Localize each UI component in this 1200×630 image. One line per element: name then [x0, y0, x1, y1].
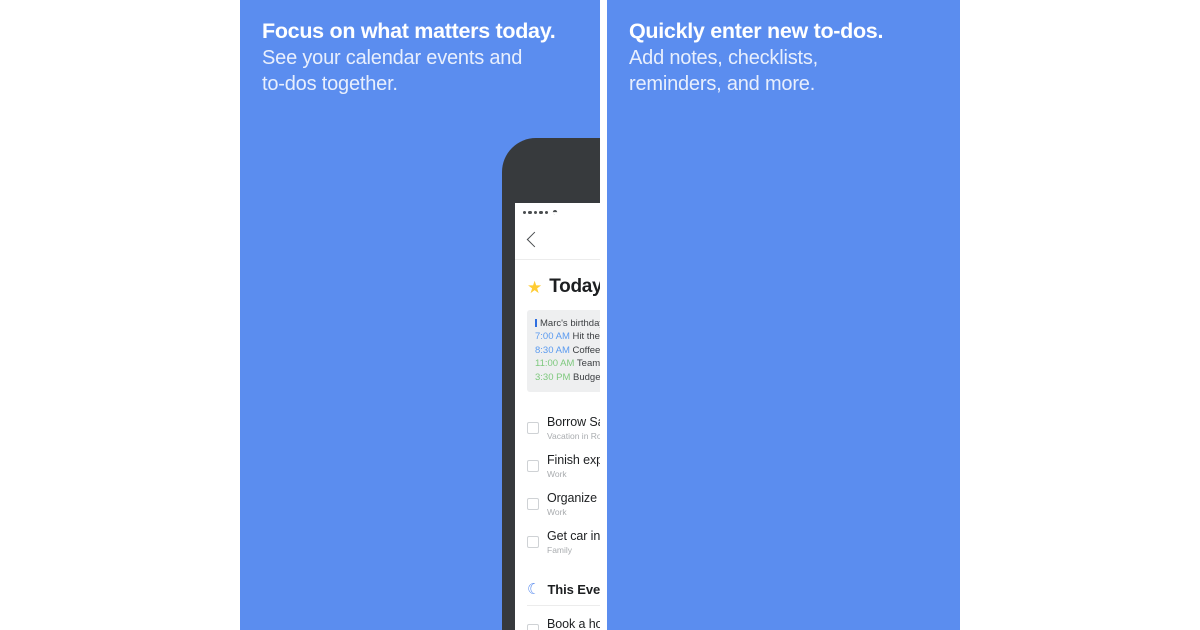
- promo-text-left: Focus on what matters today. See your ca…: [262, 18, 590, 97]
- promo-subline-2: reminders, and more.: [629, 72, 816, 95]
- evening-todo-list: Book a hotel room Vacation in Rome: [527, 610, 600, 630]
- event-time: 8:30 AM: [535, 344, 570, 356]
- back-icon[interactable]: [527, 231, 538, 250]
- section-header-evening: ☾ This Evening: [527, 582, 600, 597]
- todo-item[interactable]: Finish expense report Work today: [527, 446, 600, 484]
- promo-panel-right: Quickly enter new to-dos. Add notes, che…: [607, 0, 960, 630]
- promo-panel-left: Focus on what matters today. See your ca…: [240, 0, 600, 630]
- section-title-evening: This Evening: [547, 582, 600, 598]
- status-bar-left: ◓ 9:41 AM 100%: [515, 203, 600, 222]
- promo-headline: Focus on what matters today.: [262, 19, 556, 43]
- promo-subline-1: Add notes, checklists,: [629, 47, 819, 69]
- calendar-event[interactable]: 8:30 AM Coffee with Sarah: [535, 344, 600, 357]
- divider: [527, 605, 600, 607]
- todo-item[interactable]: Book a hotel room Vacation in Rome: [527, 610, 600, 630]
- checkbox-icon[interactable]: [527, 422, 539, 435]
- checkbox-icon[interactable]: [527, 536, 539, 549]
- section-header-today: ★ Today: [527, 276, 600, 298]
- star-icon: ★: [527, 277, 543, 297]
- todo-title: Organize catering: [547, 491, 600, 506]
- todo-list-name: Vacation in Rome: [547, 431, 600, 442]
- todo-title: Borrow Sarah's travel guide: [547, 415, 600, 430]
- todo-title: Book a hotel room: [547, 617, 600, 630]
- event-label: Budget review: [573, 371, 600, 383]
- checkbox-icon[interactable]: [527, 624, 539, 630]
- event-label: Team meeting: [576, 358, 600, 370]
- phone-mockup-left: ◓ 9:41 AM 100% ★ Today: [502, 138, 600, 630]
- promo-screenshot: Focus on what matters today. See your ca…: [0, 0, 1200, 630]
- todo-list-name: Work: [547, 469, 567, 480]
- calendar-event[interactable]: 11:00 AM Team meeting: [535, 357, 600, 370]
- calendar-events-block[interactable]: Marc's birthday 7:00 AM Hit the gym with…: [527, 310, 600, 393]
- promo-headline: Quickly enter new to-dos.: [629, 19, 884, 43]
- calendar-event[interactable]: 7:00 AM Hit the gym with Alex: [535, 330, 600, 343]
- event-color-bar: [535, 319, 537, 327]
- app-navbar: [515, 222, 600, 260]
- event-label: Coffee with Sarah: [572, 344, 601, 356]
- promo-text-right: Quickly enter new to-dos. Add notes, che…: [629, 18, 950, 97]
- moon-icon: ☾: [527, 581, 541, 599]
- calendar-event[interactable]: 3:30 PM Budget review: [535, 371, 600, 384]
- today-view: ★ Today Marc's birthday 7:00 AM Hit the …: [515, 276, 600, 630]
- todo-list-name: Work: [547, 507, 567, 518]
- promo-subline-2: to-dos together.: [262, 72, 398, 95]
- event-label: Marc's birthday: [540, 318, 600, 329]
- todo-item[interactable]: Organize catering Work: [527, 484, 600, 522]
- todo-list-name: Family: [547, 545, 573, 556]
- todo-title: Get car inspected: [547, 529, 600, 544]
- event-time: 7:00 AM: [535, 331, 570, 343]
- phone-screen-left: ◓ 9:41 AM 100% ★ Today: [515, 203, 600, 630]
- section-title-today: Today: [549, 276, 600, 297]
- event-time: 11:00 AM: [535, 358, 575, 370]
- checkbox-icon[interactable]: [527, 498, 539, 511]
- todo-item[interactable]: Get car inspected Family: [527, 522, 600, 560]
- todo-title: Finish expense report: [547, 453, 600, 468]
- todo-item[interactable]: Borrow Sarah's travel guide Vacation in …: [527, 408, 600, 446]
- status-time: 9:41 AM: [515, 207, 600, 218]
- calendar-event[interactable]: Marc's birthday: [535, 317, 600, 330]
- promo-subline-1: See your calendar events and: [262, 47, 523, 69]
- checkbox-icon[interactable]: [527, 460, 539, 473]
- event-time: 3:30 PM: [535, 371, 571, 383]
- todo-list: Borrow Sarah's travel guide Vacation in …: [527, 408, 600, 560]
- event-label: Hit the gym with Alex: [572, 331, 601, 343]
